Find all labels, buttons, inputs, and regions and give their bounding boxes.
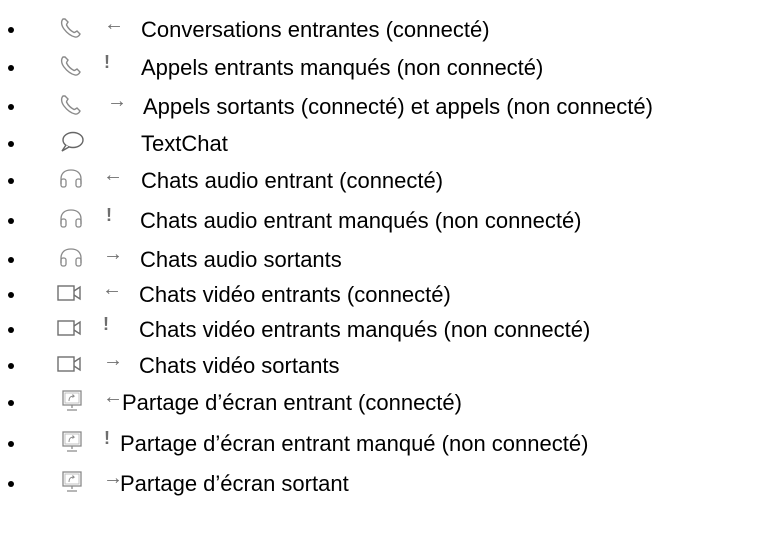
bullet-point (8, 481, 14, 487)
phone-icon (58, 93, 86, 117)
phone-icon (58, 16, 86, 40)
chat-bubble-icon (58, 130, 86, 154)
legend-item: TextChat (0, 128, 760, 166)
missed-exclamation-icon: ! (104, 428, 110, 448)
outgoing-arrow-icon: → (103, 243, 123, 265)
bullet-point (8, 363, 14, 369)
missed-exclamation-icon: ! (104, 52, 110, 72)
legend-item-label: Conversations entrantes (connecté) (141, 17, 490, 42)
bullet-point (8, 218, 14, 224)
legend-item-label: Chats audio sortants (140, 247, 342, 272)
legend-item-label: Appels sortants (connecté) et appels (no… (143, 94, 653, 119)
legend-item-label: TextChat (141, 131, 228, 156)
legend-item-label: Chats audio entrant (connecté) (141, 168, 444, 193)
legend-item-label: Partage d’écran entrant manqué (non conn… (120, 431, 589, 456)
bullet-point (8, 27, 14, 33)
legend-item: → Chats vidéo sortants (0, 349, 760, 388)
bullet-point (8, 65, 14, 71)
headphones-icon (57, 207, 85, 231)
bullet-point (8, 400, 14, 406)
phone-icon (58, 54, 86, 78)
legend-item-label: Chats audio entrant manqués (non connect… (140, 208, 582, 233)
incoming-arrow-icon: ← (102, 278, 122, 300)
legend-item: ← Chats audio entrant (connecté) (0, 164, 760, 203)
legend-item: ← Chats vidéo entrants (connecté) (0, 278, 760, 317)
bullet-point (8, 141, 14, 147)
video-camera-icon (56, 352, 84, 376)
missed-exclamation-icon: ! (106, 205, 112, 225)
video-camera-icon (56, 281, 84, 305)
outgoing-arrow-icon: → (107, 90, 127, 112)
bullet-point (8, 441, 14, 447)
screen-share-icon (58, 470, 86, 494)
bullet-point (8, 292, 14, 298)
legend-item-label: Chats vidéo entrants (connecté) (139, 282, 451, 307)
outgoing-arrow-icon: → (103, 349, 123, 371)
communication-type-legend: ← Conversations entrantes (connecté) ! App… (0, 0, 760, 541)
legend-item: ← Conversations entrantes (connecté) (0, 13, 760, 52)
legend-item: → Partage d’écran sortant (0, 467, 760, 506)
incoming-arrow-icon: ← (103, 164, 123, 186)
legend-item-label: Chats vidéo sortants (139, 353, 340, 378)
bullet-point (8, 178, 14, 184)
legend-item: ! Partage d’écran entrant manqué (non con… (0, 428, 760, 466)
legend-item: → Appels sortants (connecté) et appels (n… (0, 90, 760, 129)
bullet-point (8, 327, 14, 333)
missed-exclamation-icon: ! (103, 314, 109, 334)
screen-share-icon (58, 430, 86, 454)
incoming-arrow-icon: ← (103, 386, 123, 408)
legend-item: ! Appels entrants manqués (non connecté) (0, 52, 760, 90)
bullet-point (8, 104, 14, 110)
bullet-point (8, 257, 14, 263)
legend-item-label: Chats vidéo entrants manqués (non connec… (139, 317, 591, 342)
legend-item: ! Chats audio entrant manqués (non connec… (0, 205, 760, 243)
legend-item: ! Chats vidéo entrants manqués (non conne… (0, 314, 760, 352)
incoming-arrow-icon: ← (104, 13, 124, 35)
legend-item: ← Partage d’écran entrant (connecté) (0, 386, 760, 425)
video-camera-icon (56, 316, 84, 340)
screen-share-icon (58, 389, 86, 413)
headphones-icon (57, 246, 85, 270)
legend-item-label: Appels entrants manqués (non connecté) (141, 55, 544, 80)
headphones-icon (57, 167, 85, 191)
legend-item-label: Partage d’écran sortant (120, 471, 349, 496)
legend-item-label: Partage d’écran entrant (connecté) (122, 390, 462, 415)
